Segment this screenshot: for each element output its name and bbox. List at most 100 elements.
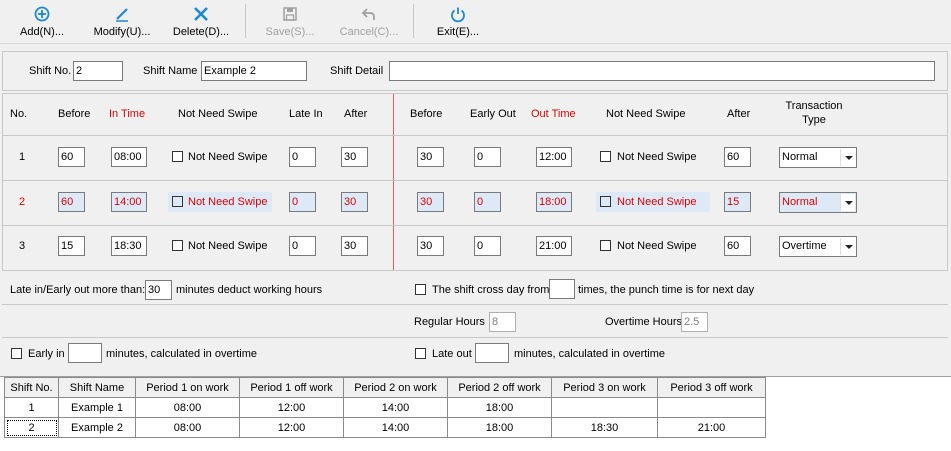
header-before: Before bbox=[58, 108, 91, 120]
regular-hours-input[interactable]: 8 bbox=[489, 312, 516, 332]
period-3-out-time-input[interactable]: 21:00 bbox=[536, 236, 572, 256]
early-in-input[interactable] bbox=[68, 343, 102, 363]
late-early-minutes-input[interactable]: 30 bbox=[145, 280, 172, 300]
shift-name-input[interactable]: Example 2 bbox=[201, 61, 307, 81]
period-1-before-input[interactable]: 60 bbox=[58, 147, 85, 167]
shift-grid: Shift No. Shift Name Period 1 on work Pe… bbox=[0, 376, 951, 451]
chevron-down-icon[interactable] bbox=[840, 149, 855, 166]
table-cell[interactable]: 18:30 bbox=[551, 417, 658, 438]
column-header[interactable]: Period 2 on work bbox=[343, 377, 448, 398]
period-2-late-in-input[interactable]: 0 bbox=[289, 192, 316, 212]
column-header[interactable]: Shift Name bbox=[58, 377, 136, 398]
period-1-transaction-type-select[interactable]: Normal bbox=[779, 147, 857, 168]
cross-day-input[interactable] bbox=[549, 279, 575, 299]
table-cell[interactable]: 12:00 bbox=[239, 417, 344, 438]
period-3-not-need-swipe-out-checkbox[interactable] bbox=[600, 240, 611, 251]
column-header[interactable]: Shift No. bbox=[4, 377, 59, 398]
column-header[interactable]: Period 1 on work bbox=[135, 377, 240, 398]
regular-hours-label: Regular Hours bbox=[414, 316, 485, 328]
period-3-after-input[interactable]: 30 bbox=[341, 236, 368, 256]
overtime-hours-input[interactable]: 2.5 bbox=[681, 312, 708, 332]
header-early-out: Early Out bbox=[470, 108, 516, 120]
table-cell[interactable]: 2 bbox=[4, 417, 59, 438]
row-divider bbox=[3, 225, 947, 226]
period-1-transaction-type-value: Normal bbox=[782, 151, 818, 163]
column-header[interactable]: Period 2 off work bbox=[447, 377, 552, 398]
table-cell[interactable]: 18:00 bbox=[447, 417, 552, 438]
period-2-early-out-input[interactable]: 0 bbox=[474, 192, 501, 212]
period-1-late-in-input[interactable]: 0 bbox=[289, 147, 316, 167]
row-divider bbox=[3, 135, 947, 136]
table-cell[interactable]: 12:00 bbox=[239, 397, 344, 418]
period-3-not-need-swipe-label: Not Need Swipe bbox=[188, 240, 268, 252]
table-cell[interactable]: 14:00 bbox=[343, 397, 448, 418]
period-2-before-input[interactable]: 60 bbox=[58, 192, 85, 212]
period-2-transaction-type-select[interactable]: Normal bbox=[779, 192, 857, 213]
chevron-down-icon[interactable] bbox=[840, 238, 855, 255]
header-after-out: After bbox=[727, 108, 751, 120]
period-2-transaction-type-value: Normal bbox=[782, 196, 818, 208]
table-cell[interactable] bbox=[551, 397, 658, 418]
column-header[interactable]: Period 3 on work bbox=[551, 377, 658, 398]
period-1-after-input[interactable]: 30 bbox=[341, 147, 368, 167]
table-cell[interactable]: 08:00 bbox=[135, 417, 240, 438]
period-1-out-time-input[interactable]: 12:00 bbox=[536, 147, 572, 167]
period-3-before-out-input[interactable]: 30 bbox=[417, 236, 444, 256]
table-cell[interactable] bbox=[657, 397, 766, 418]
add-icon bbox=[34, 6, 50, 22]
period-2-after-out-input[interactable]: 15 bbox=[724, 192, 751, 212]
period-1-after-out-input[interactable]: 60 bbox=[724, 147, 751, 167]
period-3-early-out-input[interactable]: 0 bbox=[474, 236, 501, 256]
period-3-not-need-swipe-checkbox[interactable] bbox=[172, 240, 183, 251]
period-2-not-need-swipe-out-checkbox[interactable] bbox=[600, 196, 611, 207]
table-cell[interactable]: 08:00 bbox=[135, 397, 240, 418]
cross-day-suffix-label: times, the punch time is for next day bbox=[578, 284, 755, 296]
table-cell[interactable]: 1 bbox=[4, 397, 59, 418]
table-cell[interactable]: Example 1 bbox=[58, 397, 136, 418]
table-cell[interactable]: Example 2 bbox=[58, 417, 136, 438]
period-1-early-out-input[interactable]: 0 bbox=[474, 147, 501, 167]
late-out-suffix-label: minutes, calculated in overtime bbox=[514, 348, 666, 360]
chevron-down-icon[interactable] bbox=[840, 194, 855, 211]
shift-no-input[interactable]: 2 bbox=[73, 61, 123, 81]
table-row[interactable]: 1 Example 1 08:00 12:00 14:00 18:00 bbox=[4, 397, 766, 418]
exit-label: Exit(E)... bbox=[436, 26, 480, 38]
period-3-after-out-input[interactable]: 60 bbox=[724, 236, 751, 256]
period-2-out-time-input[interactable]: 18:00 bbox=[536, 192, 572, 212]
period-1-not-need-swipe-checkbox[interactable] bbox=[172, 151, 183, 162]
period-3-in-time-input[interactable]: 18:30 bbox=[111, 236, 147, 256]
late-out-checkbox[interactable] bbox=[415, 348, 426, 359]
cross-day-checkbox[interactable] bbox=[415, 284, 426, 295]
period-1-before-out-input[interactable]: 30 bbox=[417, 147, 444, 167]
table-row-selected[interactable]: 2 Example 2 08:00 12:00 14:00 18:00 18:3… bbox=[4, 417, 766, 438]
period-2-before-out-input[interactable]: 30 bbox=[417, 192, 444, 212]
save-button[interactable]: Save(S)... bbox=[262, 2, 318, 42]
table-cell[interactable]: 18:00 bbox=[447, 397, 552, 418]
period-1-no: 1 bbox=[19, 151, 26, 163]
period-3-transaction-type-select[interactable]: Overtime bbox=[779, 236, 857, 257]
period-3-late-in-input[interactable]: 0 bbox=[289, 236, 316, 256]
early-in-checkbox[interactable] bbox=[11, 348, 22, 359]
delete-button[interactable]: Delete(D)... bbox=[170, 2, 232, 42]
header-before-out: Before bbox=[410, 108, 443, 120]
period-1-not-need-swipe-out-checkbox[interactable] bbox=[600, 151, 611, 162]
period-2-in-time-input[interactable]: 14:00 bbox=[111, 192, 147, 212]
table-cell[interactable]: 21:00 bbox=[657, 417, 766, 438]
shift-detail-input[interactable] bbox=[389, 61, 935, 81]
add-button[interactable]: Add(N)... bbox=[14, 2, 70, 42]
period-3-before-input[interactable]: 15 bbox=[58, 236, 85, 256]
period-3-transaction-type-value: Overtime bbox=[782, 240, 827, 252]
save-disk-icon bbox=[283, 7, 297, 21]
cancel-button[interactable]: Cancel(C)... bbox=[336, 2, 402, 42]
column-header[interactable]: Period 3 off work bbox=[657, 377, 766, 398]
add-label: Add(N)... bbox=[19, 26, 64, 38]
modify-button[interactable]: Modify(U)... bbox=[88, 2, 156, 42]
exit-button[interactable]: Exit(E)... bbox=[434, 2, 482, 42]
column-header[interactable]: Period 1 off work bbox=[239, 377, 344, 398]
table-cell[interactable]: 14:00 bbox=[343, 417, 448, 438]
row-divider bbox=[3, 180, 947, 181]
late-out-input[interactable] bbox=[475, 343, 509, 363]
period-2-not-need-swipe-checkbox[interactable] bbox=[172, 196, 183, 207]
period-2-after-input[interactable]: 30 bbox=[341, 192, 368, 212]
period-1-in-time-input[interactable]: 08:00 bbox=[111, 147, 147, 167]
